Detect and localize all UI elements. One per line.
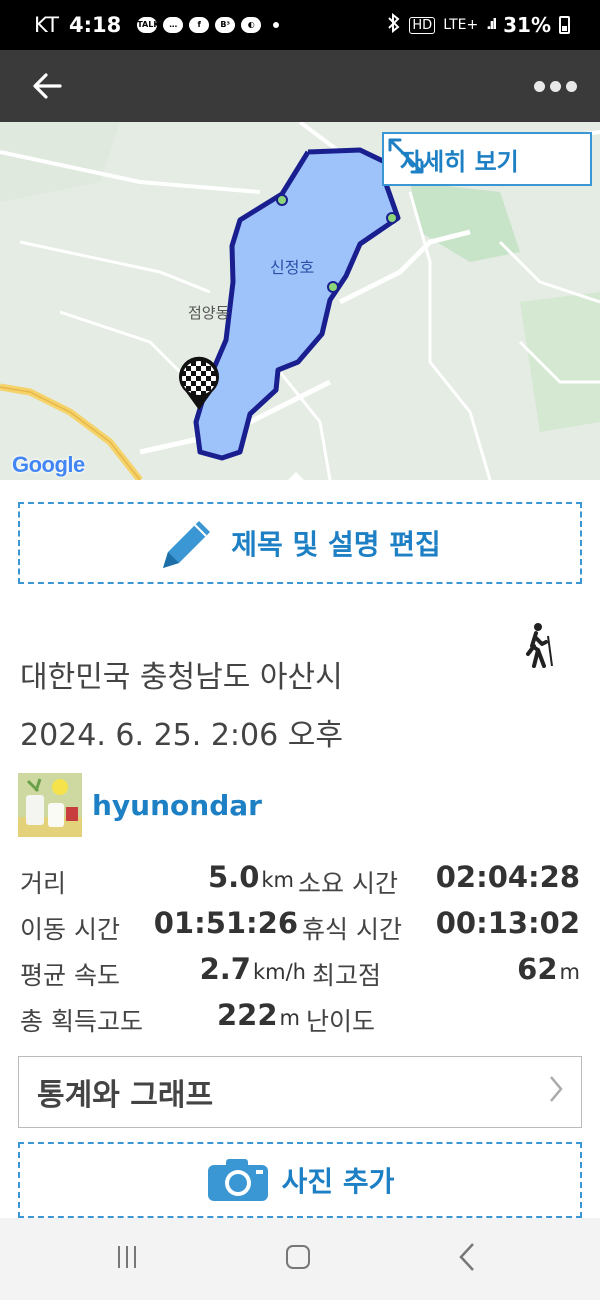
- google-logo: Google: [12, 452, 85, 478]
- total-ascent-label: 총 획득고도: [20, 1007, 143, 1036]
- avg-speed-number: 2.7: [199, 952, 251, 986]
- recents-bar-icon: [134, 1246, 136, 1268]
- distance-label: 거리: [20, 869, 67, 898]
- system-nav-bar: [0, 1218, 600, 1300]
- max-altitude-number: 62: [517, 952, 558, 986]
- stat-row: 총 획득고도 222m 난이도: [20, 998, 580, 1044]
- lake-label: 신정호: [270, 258, 315, 277]
- arrow-left-icon: [33, 73, 62, 99]
- recents-bar-icon: [118, 1246, 120, 1268]
- max-altitude-value: 62m: [480, 952, 580, 986]
- max-altitude-unit: m: [559, 960, 580, 984]
- rest-time-value: 00:13:02: [435, 906, 580, 940]
- view-detail-button[interactable]: 자세히 보기: [382, 132, 592, 186]
- more-dot-icon: [565, 80, 577, 92]
- more-options-button[interactable]: [530, 65, 580, 107]
- home-button[interactable]: [286, 1245, 310, 1269]
- user-row: hyunondar: [18, 772, 262, 838]
- status-bar: KT 4:18 TALK … f B³ ◐ HD LTE+ .ıl 31%: [0, 0, 600, 50]
- avg-speed-unit: km/h: [252, 960, 306, 984]
- duration-label: 소요 시간: [298, 869, 398, 898]
- hd-voice-icon: HD: [409, 16, 436, 34]
- battery-icon: [559, 16, 570, 34]
- moving-time-value: 01:51:26: [153, 906, 298, 940]
- avg-speed-label: 평균 속도: [20, 961, 120, 990]
- stat-row: 거리 5.0km 소요 시간 02:04:28: [20, 860, 580, 906]
- google-logo-text: Google: [12, 452, 85, 477]
- add-photo-button[interactable]: 사진 추가: [18, 1142, 582, 1218]
- hiking-icon: [524, 622, 556, 672]
- network-type-label: LTE+: [443, 17, 479, 33]
- system-back-button[interactable]: [458, 1242, 476, 1276]
- add-photo-label: 사진 추가: [281, 1165, 395, 1198]
- back-button[interactable]: [26, 65, 68, 107]
- chat-icon: …: [163, 17, 184, 33]
- more-dot-icon: [549, 80, 561, 92]
- recents-bar-icon: [126, 1246, 128, 1268]
- chevron-left-icon: [459, 1243, 474, 1271]
- recent-apps-button[interactable]: [118, 1246, 136, 1268]
- username-link[interactable]: hyunondar: [92, 789, 262, 822]
- expand-arrows-icon: [388, 138, 424, 174]
- avg-speed-value: 2.7km/h: [180, 952, 306, 986]
- notification-icons: TALK … f B³ ◐: [137, 17, 280, 33]
- b-cube-icon: B³: [215, 17, 236, 33]
- total-ascent-unit: m: [279, 1006, 300, 1030]
- kakaotalk-icon: TALK: [137, 17, 160, 33]
- activity-stats: 거리 5.0km 소요 시간 02:04:28 이동 시간 01:51:26 휴…: [20, 860, 580, 1044]
- difficulty-label: 난이도: [306, 1007, 376, 1036]
- place-label: 점양동: [188, 304, 230, 322]
- more-dot-icon: [533, 80, 545, 92]
- map-pointer: [286, 472, 306, 482]
- stat-row: 평균 속도 2.7km/h 최고점 62m: [20, 952, 580, 998]
- activity-location: 대한민국 충청남도 아산시: [20, 660, 343, 695]
- duration-value: 02:04:28: [435, 860, 580, 894]
- moving-time-label: 이동 시간: [20, 915, 120, 944]
- bluetooth-icon: [387, 12, 401, 38]
- carrier-label: KT: [34, 13, 59, 37]
- more-notifications-dot: [273, 22, 280, 28]
- avatar[interactable]: [18, 773, 82, 837]
- stats-graph-button[interactable]: 통계와 그래프: [18, 1056, 582, 1128]
- total-ascent-value: 222m: [190, 998, 300, 1032]
- route-map[interactable]: 신정호 점양동 자세히 보기 Google: [0, 122, 600, 480]
- clock: 4:18: [68, 13, 122, 37]
- pencil-icon: [163, 521, 211, 568]
- stats-graph-label: 통계와 그래프: [37, 1078, 214, 1113]
- stat-row: 이동 시간 01:51:26 휴식 시간 00:13:02: [20, 906, 580, 952]
- distance-unit: km: [261, 868, 294, 892]
- edit-title-description-button[interactable]: 제목 및 설명 편집: [18, 502, 582, 584]
- distance-number: 5.0: [208, 860, 260, 894]
- total-ascent-number: 222: [216, 998, 278, 1032]
- max-altitude-label: 최고점: [312, 961, 382, 990]
- camera-icon: [207, 1159, 268, 1201]
- distance-value: 5.0km: [200, 860, 294, 894]
- signal-icon: .ıl: [486, 17, 497, 33]
- app-bar: [0, 50, 600, 122]
- battery-percent: 31%: [503, 13, 551, 37]
- chevron-right-icon: [549, 1075, 563, 1110]
- rest-time-label: 휴식 시간: [302, 915, 402, 944]
- facebook-icon: f: [189, 17, 210, 33]
- edit-label: 제목 및 설명 편집: [231, 528, 441, 561]
- activity-datetime: 2024. 6. 25. 2:06 오후: [20, 718, 343, 753]
- app-icon: ◐: [241, 17, 262, 33]
